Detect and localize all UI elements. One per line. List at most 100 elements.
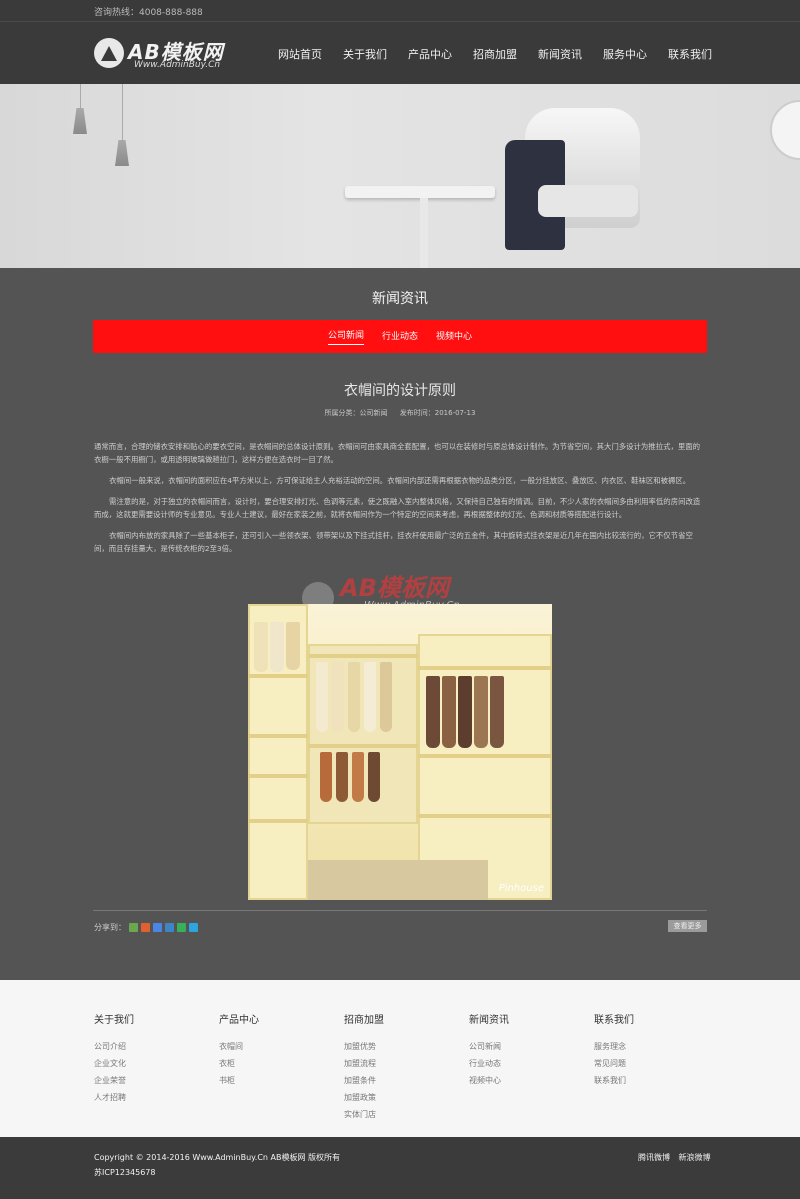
shelf (308, 654, 418, 658)
footer-link[interactable]: 加盟政策 (344, 1089, 454, 1106)
footer-col-title: 招商加盟 (344, 1015, 384, 1026)
nav-item-products[interactable]: 产品中心 (408, 46, 452, 62)
nav-item-franchise[interactable]: 招商加盟 (473, 46, 517, 62)
share-qzone-icon[interactable] (129, 923, 138, 932)
hanging-cloth (364, 662, 376, 732)
footer-link[interactable]: 常见问题 (594, 1055, 704, 1072)
footer-link[interactable]: 服务理念 (594, 1038, 704, 1055)
footer-col-products: 产品中心 衣帽间 衣柜 书柜 (219, 1011, 329, 1089)
site-header: AB模板网 Www.AdminBuy.Cn 网站首页 关于我们 产品中心 招商加… (0, 22, 800, 84)
nav-item-contact[interactable]: 联系我们 (668, 46, 712, 62)
table-illustration (345, 186, 495, 198)
shelf (248, 774, 308, 778)
hero-banner (0, 84, 800, 268)
footer-col-title: 新闻资讯 (469, 1015, 509, 1026)
section-title: 新闻资讯 (372, 291, 428, 307)
article-paragraph: 衣帽间内布放的家具除了一些基本柜子，还可引入一些领衣架、领带架以及下挂式挂杆，挂… (94, 531, 693, 553)
sina-weibo-link[interactable]: 新浪微博 (679, 1153, 711, 1162)
site-logo[interactable]: AB模板网 Www.AdminBuy.Cn (94, 36, 224, 72)
footer-link[interactable]: 加盟流程 (344, 1055, 454, 1072)
tab-company-news[interactable]: 公司新闻 (327, 328, 364, 345)
footer-link[interactable]: 加盟条件 (344, 1072, 454, 1089)
shelf (418, 666, 552, 670)
hanging-cloth (380, 662, 392, 732)
footer-link[interactable]: 衣柜 (219, 1055, 329, 1072)
hanging-cloth (352, 752, 364, 802)
footer-link[interactable]: 书柜 (219, 1072, 329, 1089)
shelf (418, 814, 552, 818)
share-more-icon[interactable] (189, 923, 198, 932)
hotline-text: 咨询热线：4008-888-888 (94, 8, 203, 18)
article-divider (93, 910, 707, 911)
article-paragraph: 需注意的是，对于独立的衣帽间而言，设计时，要合理安排灯光、色调等元素，使之既融入… (94, 497, 701, 519)
watermark-text: AB模板网 (340, 574, 449, 602)
hanging-cloth (368, 752, 380, 802)
article-body: 通常而言，合理的储衣安排和贴心的要衣空间，是衣帽间的总体设计原则。衣帽间可由家具… (94, 440, 706, 563)
pendant-lamp-icon (115, 140, 129, 166)
footer-link[interactable]: 人才招聘 (94, 1089, 204, 1106)
tab-video-center[interactable]: 视频中心 (436, 329, 472, 345)
site-footer: 关于我们 公司介绍 企业文化 企业荣誉 人才招聘 产品中心 衣帽间 衣柜 书柜 … (0, 980, 800, 1137)
share-renren-icon[interactable] (165, 923, 174, 932)
footer-link[interactable]: 联系我们 (594, 1072, 704, 1089)
tencent-weibo-link[interactable]: 腾讯微博 (638, 1153, 670, 1162)
article-title: 衣帽间的设计原则 (344, 383, 456, 399)
footer-col-franchise: 招商加盟 加盟优势 加盟流程 加盟条件 加盟政策 实体门店 (344, 1011, 454, 1123)
hanging-cloth (458, 676, 472, 748)
footer-col-news: 新闻资讯 公司新闻 行业动态 视频中心 (469, 1011, 579, 1089)
news-subnav: 公司新闻 行业动态 视频中心 (93, 320, 707, 353)
hanging-cloth (332, 662, 344, 732)
share-tencent-weibo-icon[interactable] (153, 923, 162, 932)
bottom-bar: Copyright © 2014-2016 Www.AdminBuy.Cn AB… (0, 1137, 800, 1199)
footer-link[interactable]: 实体门店 (344, 1106, 454, 1123)
logo-icon (94, 38, 124, 68)
footer-link[interactable]: 视频中心 (469, 1072, 579, 1089)
hanging-cloth (270, 622, 284, 672)
footer-link[interactable]: 加盟优势 (344, 1038, 454, 1055)
footer-col-title: 联系我们 (594, 1015, 634, 1026)
tab-industry-news[interactable]: 行业动态 (382, 329, 418, 345)
nav-item-about[interactable]: 关于我们 (343, 46, 387, 62)
footer-link[interactable]: 企业文化 (94, 1055, 204, 1072)
hanging-cloth (254, 622, 268, 672)
footer-link[interactable]: 企业荣誉 (94, 1072, 204, 1089)
share-bar: 分享到： (94, 922, 198, 933)
hanging-cloth (442, 676, 456, 748)
footer-col-title: 关于我们 (94, 1015, 134, 1026)
nav-item-news[interactable]: 新闻资讯 (538, 46, 582, 62)
share-wechat-icon[interactable] (177, 923, 186, 932)
table-leg (420, 198, 428, 268)
article-paragraph: 通常而言，合理的储衣安排和贴心的要衣空间，是衣帽间的总体设计原则。衣帽间可由家具… (94, 442, 701, 464)
footer-link[interactable]: 公司介绍 (94, 1038, 204, 1055)
icp-text: 苏ICP12345678 (94, 1168, 156, 1177)
hanging-cloth (316, 662, 328, 732)
shelf (248, 819, 308, 823)
pendant-lamp-icon (73, 108, 87, 134)
article-category: 所属分类：公司新闻 (324, 409, 388, 417)
wall-clock-icon (770, 100, 800, 160)
view-more-button[interactable]: 查看更多 (668, 920, 707, 932)
footer-link[interactable]: 行业动态 (469, 1055, 579, 1072)
footer-col-about: 关于我们 公司介绍 企业文化 企业荣誉 人才招聘 (94, 1011, 204, 1106)
hanging-cloth (426, 676, 440, 748)
hanging-cloth (348, 662, 360, 732)
lamp-cord (80, 84, 81, 108)
shelf (248, 734, 308, 738)
footer-link[interactable]: 公司新闻 (469, 1038, 579, 1055)
hanging-cloth (474, 676, 488, 748)
copyright-text: Copyright © 2014-2016 Www.AdminBuy.Cn AB… (94, 1153, 341, 1162)
footer-link[interactable]: 衣帽间 (219, 1038, 329, 1055)
article-photo: Pinhouse (248, 604, 552, 900)
share-weibo-icon[interactable] (141, 923, 150, 932)
nav-item-home[interactable]: 网站首页 (278, 46, 322, 62)
top-bar: 咨询热线：4008-888-888 (0, 0, 800, 22)
hanging-cloth (320, 752, 332, 802)
logo-subtext: Www.AdminBuy.Cn (134, 60, 221, 70)
article-date: 发布时间：2016-07-13 (399, 409, 476, 417)
hanging-cloth (490, 676, 504, 748)
nav-item-service[interactable]: 服务中心 (603, 46, 647, 62)
shelf (418, 754, 552, 758)
lamp-cord (122, 84, 123, 140)
main-nav: 网站首页 关于我们 产品中心 招商加盟 新闻资讯 服务中心 联系我们 (278, 46, 733, 62)
shelf (248, 674, 308, 678)
